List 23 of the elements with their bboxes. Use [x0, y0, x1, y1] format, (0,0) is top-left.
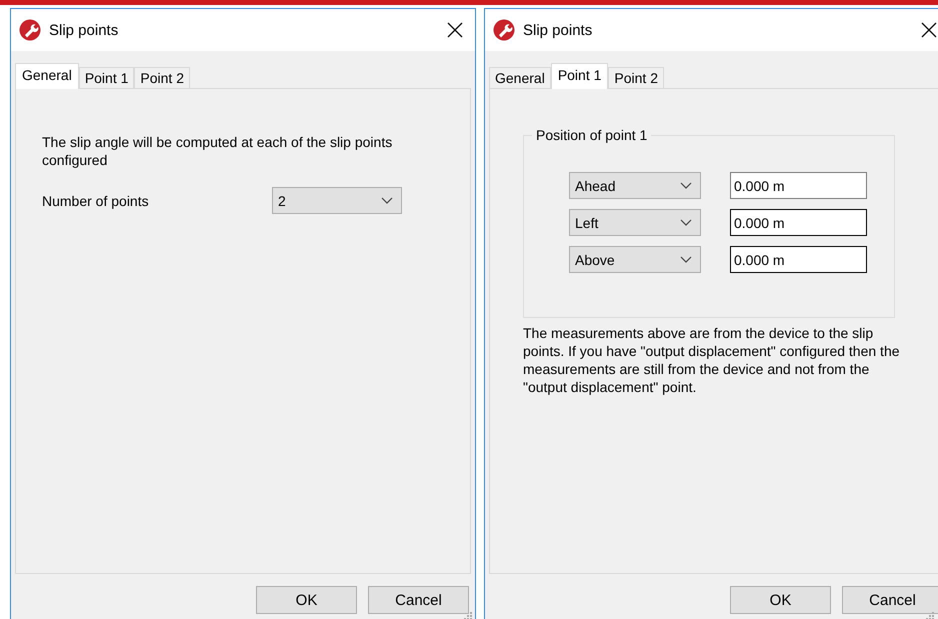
window-title: Slip points — [523, 22, 594, 38]
tab[interactable]: Point 1 — [550, 63, 608, 89]
description-text: The slip angle will be computed at each of the slip points configured — [42, 133, 394, 169]
cancel-button[interactable]: Cancel — [368, 586, 469, 614]
direction-dropdown[interactable]: Ahead — [569, 172, 701, 199]
direction-dropdown[interactable]: Left — [569, 209, 701, 236]
group-title: Position of point 1 — [532, 127, 652, 143]
tab[interactable]: Point 1 — [78, 67, 134, 88]
distance-field[interactable]: 0.000 m — [730, 246, 867, 273]
tab[interactable]: General — [15, 63, 79, 89]
field-label: Number of points — [42, 192, 150, 208]
distance-field[interactable]: 0.000 m — [730, 172, 867, 199]
direction-dropdown[interactable]: Above — [569, 246, 701, 273]
ok-button[interactable]: OK — [256, 586, 357, 614]
tab[interactable]: Point 2 — [608, 67, 664, 88]
ok-button[interactable]: OK — [730, 586, 831, 614]
window-title: Slip points — [49, 22, 120, 38]
number-dropdown[interactable]: 2 — [272, 187, 402, 214]
distance-field[interactable]: 0.000 m — [730, 209, 867, 236]
tab[interactable]: Point 2 — [134, 67, 190, 88]
note-text: The measurements above are from the device to the slip points. If you have "output displacement" configured then the measurements are still from the device and not from the "output displacement" point. — [523, 324, 901, 396]
tab[interactable]: General — [489, 67, 551, 88]
cancel-button[interactable]: Cancel — [842, 586, 938, 614]
